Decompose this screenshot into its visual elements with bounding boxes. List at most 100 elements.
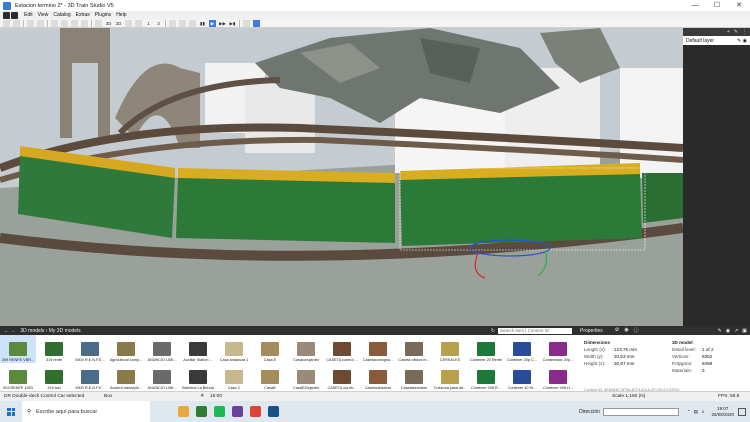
- delete-icon[interactable]: [81, 19, 88, 27]
- address-input[interactable]: [602, 407, 679, 416]
- spotify-icon[interactable]: [214, 406, 225, 417]
- volume-icon[interactable]: ♬: [701, 409, 706, 414]
- visibility-icon[interactable]: ◉: [726, 328, 730, 334]
- menu-help[interactable]: Help: [116, 12, 126, 18]
- library-item[interactable]: CASETA via eb...: [324, 363, 360, 391]
- app-icon[interactable]: [178, 406, 189, 417]
- info-icon[interactable]: ⓘ: [634, 327, 639, 334]
- library-item[interactable]: Caseta oficios m...: [396, 335, 432, 363]
- layers-icon[interactable]: [135, 19, 142, 27]
- layer-item[interactable]: Default layer ✎ ◉: [683, 36, 750, 45]
- notifications-icon[interactable]: [738, 407, 746, 416]
- library-item[interactable]: Casa E: [252, 335, 288, 363]
- library-item[interactable]: CEREALES: [432, 335, 468, 363]
- save-icon[interactable]: [3, 19, 10, 27]
- settings-icon[interactable]: ⚙: [615, 327, 619, 334]
- layer-menu-icon[interactable]: ⋮: [742, 29, 747, 35]
- taskbar-search[interactable]: ⚲ Escribe aquí para buscar: [22, 401, 150, 422]
- library-item[interactable]: Contener 20p C...: [504, 335, 540, 363]
- library-item[interactable]: Columna yasa ati...: [432, 363, 468, 391]
- redo-icon[interactable]: [37, 19, 44, 27]
- library-item[interactable]: Casetaconsigna...: [360, 335, 396, 363]
- camera-icon[interactable]: [125, 19, 132, 27]
- library-item[interactable]: Contener 20ft R...: [468, 363, 504, 391]
- paste-icon[interactable]: [71, 19, 78, 27]
- library-item[interactable]: Contenedor 20p...: [540, 335, 576, 363]
- play-button[interactable]: ▶: [209, 19, 216, 27]
- library-item[interactable]: Agricultural comp...: [108, 335, 144, 363]
- library-item[interactable]: 5000 R.E.N.F.E...: [72, 363, 108, 391]
- library-breadcrumb[interactable]: 3D models › My 3D models: [20, 328, 80, 334]
- view-3d-button[interactable]: 3D: [105, 20, 112, 27]
- library-item[interactable]: 319 tosi: [36, 363, 72, 391]
- share-icon[interactable]: ↗: [734, 328, 738, 334]
- view-2d-button[interactable]: 2D: [115, 20, 122, 27]
- app-icon[interactable]: [196, 406, 207, 417]
- library-item[interactable]: Casa andaluza 1: [216, 335, 252, 363]
- library-item[interactable]: Casetadedotras: [360, 363, 396, 391]
- add-layer-icon[interactable]: +: [727, 29, 730, 35]
- chrome-icon[interactable]: [250, 406, 261, 417]
- clock-icon[interactable]: [169, 19, 176, 27]
- library-item[interactable]: ANUNCIO LIMI...: [144, 335, 180, 363]
- table-icon[interactable]: [179, 19, 186, 27]
- list-icon[interactable]: [189, 19, 196, 27]
- menu-catalog[interactable]: Catalog: [53, 12, 70, 18]
- layer-visibility-icon[interactable]: ✎ ◉: [737, 38, 747, 44]
- minimize-button[interactable]: —: [684, 0, 706, 11]
- tray-chevron-icon[interactable]: ⌃: [687, 409, 691, 415]
- menu-plugins[interactable]: Plugins: [95, 12, 111, 18]
- option-3-button[interactable]: 3: [155, 20, 162, 27]
- library-item[interactable]: Contener 40 Hi...: [504, 363, 540, 391]
- edit-layer-icon[interactable]: ✎: [734, 29, 738, 35]
- library-item[interactable]: Casetasemales: [396, 363, 432, 391]
- library-item[interactable]: Bahnhof La Brinda: [180, 363, 216, 391]
- library-item[interactable]: 269 RENFE VBR...: [0, 335, 36, 363]
- maximize-button[interactable]: ☐: [706, 0, 728, 11]
- library-item[interactable]: ANUNCIO LIMI...: [144, 363, 180, 391]
- app-icon[interactable]: [268, 406, 279, 417]
- clock[interactable]: 19:07 26/08/2020: [711, 406, 734, 418]
- library-item[interactable]: CasaE2tejardin: [288, 363, 324, 391]
- library-item[interactable]: Casacorujardin: [288, 335, 324, 363]
- settings-icon[interactable]: [13, 19, 20, 27]
- undo-icon[interactable]: [27, 19, 34, 27]
- library-item[interactable]: 5000 R.E.N.F.E...: [72, 335, 108, 363]
- network-icon[interactable]: ▤: [694, 409, 698, 415]
- library-search-input[interactable]: [498, 327, 572, 334]
- cut-icon[interactable]: [51, 19, 58, 27]
- library-item[interactable]: 319 renfe: [36, 335, 72, 363]
- library-item[interactable]: Auxiliar Station ...: [180, 335, 216, 363]
- train-control-icon[interactable]: [253, 19, 260, 27]
- library-item[interactable]: Contener 20 Renfe: [468, 335, 504, 363]
- eye-icon[interactable]: ◉: [624, 327, 628, 334]
- grid-icon[interactable]: [95, 19, 102, 27]
- library-item[interactable]: Contener 40ft H...: [540, 363, 576, 391]
- nav-arrows-icon[interactable]: ← →: [4, 328, 15, 334]
- close-button[interactable]: ✕: [728, 0, 750, 11]
- model-thumbnail: [369, 342, 387, 356]
- start-button[interactable]: [0, 401, 22, 422]
- skip-end-button[interactable]: ▶▮: [229, 20, 236, 27]
- 3d-viewport[interactable]: [0, 28, 683, 326]
- edit-icon[interactable]: ✎: [717, 328, 721, 334]
- pause-button[interactable]: ▮▮: [199, 20, 206, 27]
- library-item[interactable]: CasaB: [252, 363, 288, 391]
- menu-view[interactable]: View: [38, 12, 49, 18]
- menu-edit[interactable]: Edit: [24, 12, 33, 18]
- lock-icon[interactable]: ▣: [742, 328, 747, 334]
- select-tool-icon[interactable]: [3, 11, 10, 19]
- library-item[interactable]: CASETA control ...: [324, 335, 360, 363]
- library-item[interactable]: Ancient trainstyle...: [108, 363, 144, 391]
- detail-value[interactable]: 1 of 2: [702, 346, 714, 353]
- edit-tool-icon[interactable]: [11, 11, 18, 19]
- app-icon[interactable]: [232, 406, 243, 417]
- menu-extras[interactable]: Extras: [76, 12, 90, 18]
- library-item[interactable]: Casa C: [216, 363, 252, 391]
- download-icon[interactable]: [243, 19, 250, 27]
- option-1-button[interactable]: 1: [145, 20, 152, 27]
- copy-icon[interactable]: [61, 19, 68, 27]
- fast-forward-button[interactable]: ▶▶: [219, 20, 226, 27]
- refresh-icon[interactable]: ↻: [491, 328, 495, 334]
- library-item[interactable]: 303 RENFE 1953: [0, 363, 36, 391]
